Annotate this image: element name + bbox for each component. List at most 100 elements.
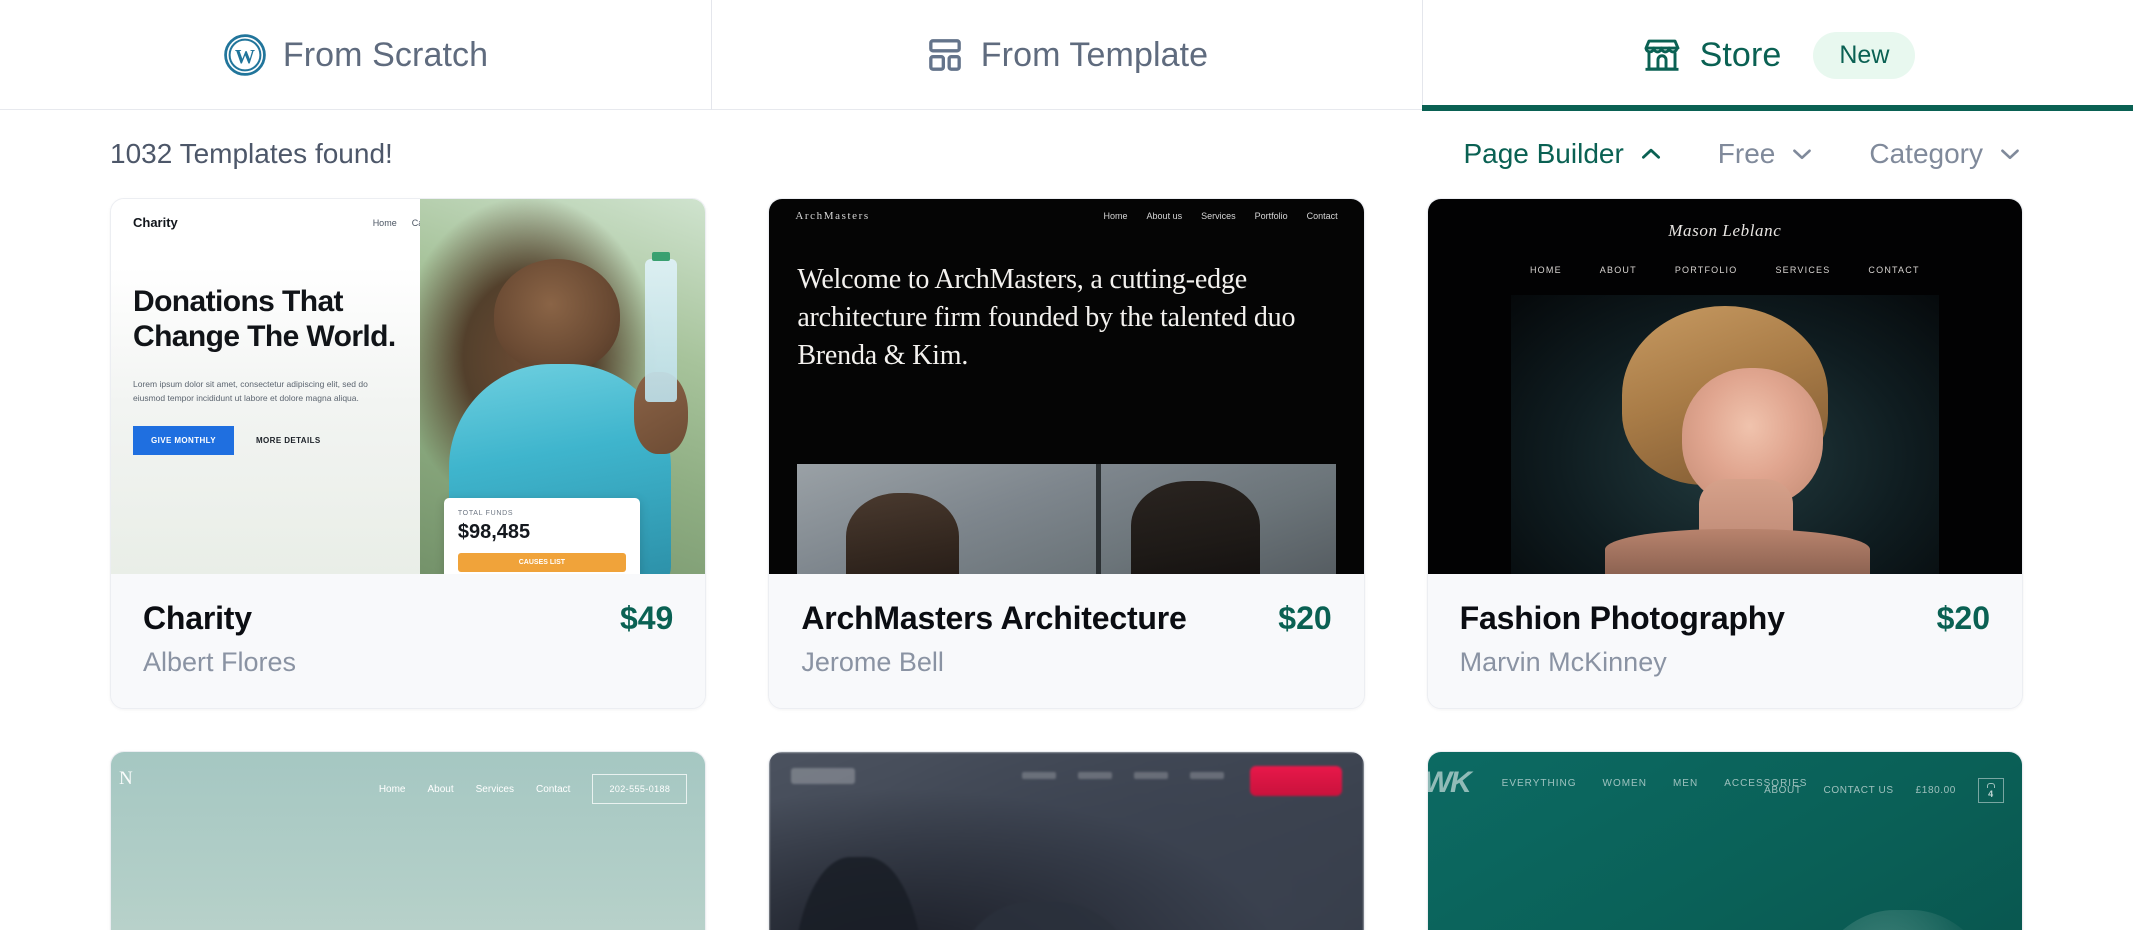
filter-category[interactable]: Category (1869, 138, 2023, 170)
filter-label-free: Free (1717, 138, 1776, 169)
filter-page-builder[interactable]: Page Builder (1463, 138, 1663, 170)
preview-logo: N (119, 768, 134, 789)
preview-nav-links: Home About Services Contact 202-555-0188 (379, 774, 688, 804)
preview-headline: Welcome to ArchMasters, a cutting-edge a… (797, 264, 1296, 372)
preview-image-divider (1096, 464, 1102, 574)
preview-nav-item: ABOUT (1764, 785, 1802, 796)
template-card-archmasters[interactable]: ArchMasters Home About us Services Portf… (768, 198, 1365, 709)
preview-nav: ArchMasters Home About us Services Portf… (769, 210, 1363, 222)
preview-nav-links: EVERYTHING WOMEN MEN ACCESSORIES (1502, 778, 1808, 789)
template-thumbnail-archmasters[interactable]: ArchMasters Home About us Services Portf… (769, 199, 1364, 574)
card-title: ArchMasters Architecture (801, 600, 1187, 636)
preview-logo (791, 768, 856, 784)
template-thumbnail-row2-left[interactable]: N Home About Services Contact 202-555-01… (111, 752, 706, 930)
card-author: Albert Flores (143, 647, 297, 677)
tab-label-from-scratch: From Scratch (282, 35, 489, 74)
preview-body-text: Lorem ipsum dolor sit amet, consectetur … (133, 378, 368, 404)
preview-hero-image (1510, 295, 1939, 574)
preview-nav-item: PORTFOLIO (1674, 265, 1738, 275)
preview-nav-links-right: ABOUT CONTACT US £180.00 4 (1764, 778, 2004, 803)
svg-text:W: W (235, 46, 255, 68)
wordpress-icon: W (223, 33, 267, 77)
chevron-down-icon (1997, 141, 2023, 167)
preview-nav-item: ABOUT (1599, 265, 1637, 275)
preview-logo: WK (1427, 766, 1472, 799)
filter-label-category: Category (1869, 138, 1983, 169)
preview-cta-button (1249, 766, 1342, 796)
preview-hero-image (797, 464, 1336, 574)
card-footer: Fashion Photography $20 Marvin McKinney (1427, 574, 2022, 708)
preview-nav-item: EVERYTHING (1501, 778, 1577, 789)
template-grid: Charity Home Causes Pages Blog Contact D… (0, 198, 2133, 930)
preview-logo: Mason Leblanc (1668, 221, 1782, 240)
template-thumbnail-row2-right[interactable]: WK EVERYTHING WOMEN MEN ACCESSORIES ABOU… (1427, 752, 2022, 930)
preview-nav-links: HOME ABOUT PORTFOLIO SERVICES CONTACT (1428, 265, 2022, 275)
preview-nav-links (1021, 772, 1224, 779)
chevron-down-icon (1789, 141, 1815, 167)
card-author: Marvin McKinney (1459, 647, 1667, 677)
preview-logo: Charity (133, 215, 178, 230)
preview-nav-item: HOME (1529, 265, 1562, 275)
preview-image-shape (793, 857, 924, 930)
chevron-up-icon (1638, 141, 1664, 167)
preview-image-subject (1796, 909, 2011, 930)
preview-nav-item: Contact (1306, 211, 1338, 221)
template-thumbnail-fashion-photography[interactable]: Mason Leblanc HOME ABOUT PORTFOLIO SERVI… (1427, 199, 2022, 574)
card-title: Charity (143, 600, 252, 636)
preview-nav-item (1021, 772, 1056, 779)
preview-nav-item: Services (1201, 211, 1236, 221)
tab-label-store: Store (1699, 35, 1782, 74)
filter-free[interactable]: Free (1718, 138, 1816, 170)
preview-secondary-link: MORE DETAILS (255, 435, 321, 445)
preview-nav-item: CONTACT (1868, 265, 1920, 275)
preview-nav-item: Contact (536, 783, 571, 795)
template-card-row2-middle[interactable] (768, 751, 1365, 930)
preview-cart-total: £180.00 (1915, 785, 1956, 796)
template-card-fashion-photography[interactable]: Mason Leblanc HOME ABOUT PORTFOLIO SERVI… (1426, 198, 2023, 709)
tab-store[interactable]: Store New (1422, 0, 2133, 111)
preview-nav-item: About us (1146, 211, 1183, 221)
template-card-row2-left[interactable]: N Home About Services Contact 202-555-01… (110, 751, 707, 930)
preview-nav-item: WOMEN (1602, 778, 1647, 789)
preview-nav-item: CONTACT US (1823, 785, 1894, 796)
card-footer: ArchMasters Architecture $20 Jerome Bell (769, 574, 1364, 708)
preview-image-person-left (845, 492, 959, 574)
layout-template-icon (925, 35, 965, 75)
tab-from-scratch[interactable]: W From Scratch (0, 0, 711, 110)
preview-image-bottle (645, 252, 677, 402)
preview-hero-copy: Donations That Change The World. Lorem i… (133, 284, 454, 455)
preview-nav-item: MEN (1672, 778, 1699, 789)
preview-headline: Donations That Change The World. (133, 285, 396, 354)
preview-cta-row: GIVE MONTHLY MORE DETAILS (133, 425, 454, 455)
template-thumbnail-charity[interactable]: Charity Home Causes Pages Blog Contact D… (111, 199, 706, 574)
preview-nav-item (1077, 772, 1112, 779)
filter-label-page-builder: Page Builder (1463, 138, 1624, 169)
preview-nav-item: Home (1103, 211, 1128, 221)
preview-nav-links: Home About us Services Portfolio Contact (1104, 211, 1338, 221)
preview-mountain-graphic (111, 910, 705, 930)
preview-nav-item: Portfolio (1254, 211, 1288, 221)
template-card-row2-right[interactable]: WK EVERYTHING WOMEN MEN ACCESSORIES ABOU… (1426, 751, 2023, 930)
preview-image-subject (494, 259, 620, 372)
card-footer: Charity $49 Albert Flores (111, 574, 706, 708)
card-price: $49 (619, 600, 674, 636)
template-card-charity[interactable]: Charity Home Causes Pages Blog Contact D… (110, 198, 707, 709)
preview-stat-label: TOTAL FUNDS (457, 510, 514, 517)
preview-image-shoulder (1605, 529, 1871, 574)
card-title: Fashion Photography (1459, 600, 1785, 636)
preview-stat-button: CAUSES LIST (457, 553, 626, 572)
preview-nav-item: Home (372, 217, 397, 228)
preview-stat-value: $98,485 (457, 521, 531, 543)
template-thumbnail-row2-middle[interactable] (769, 752, 1364, 930)
preview-nav-item: About (427, 783, 454, 795)
preview-nav-item (1133, 772, 1168, 779)
card-author: Jerome Bell (801, 647, 944, 677)
tab-label-from-template: From Template (980, 35, 1209, 74)
mode-tabbar: W From Scratch From Template Store New (0, 0, 2133, 111)
filter-group: Page Builder Free Category (1463, 138, 2023, 170)
preview-cart-count: 4 (1988, 789, 1994, 799)
preview-phone-number: 202-555-0188 (592, 774, 688, 804)
preview-image-person-right (1131, 480, 1261, 574)
preview-primary-button: GIVE MONTHLY (133, 425, 234, 455)
tab-from-template[interactable]: From Template (711, 0, 1422, 110)
